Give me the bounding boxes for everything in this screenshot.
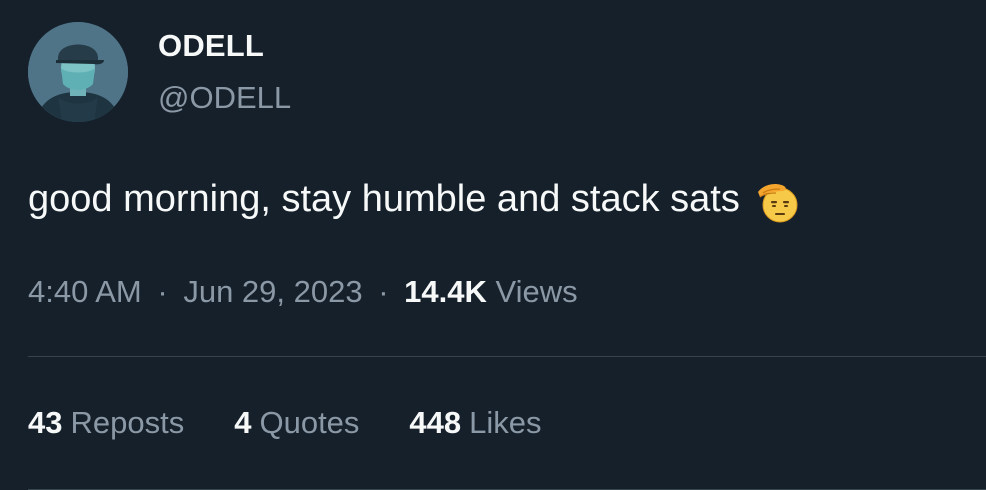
reposts-count: 43 <box>28 405 63 440</box>
quotes-stat[interactable]: 4 Quotes <box>234 405 359 441</box>
tweet-time[interactable]: 4:40 AM <box>28 274 142 309</box>
avatar[interactable] <box>28 22 128 122</box>
views-label: Views <box>495 274 578 309</box>
masked-man-avatar-icon <box>28 22 128 122</box>
meta-separator: · <box>378 274 389 309</box>
reposts-stat[interactable]: 43 Reposts <box>28 405 184 441</box>
tweet-meta: 4:40 AM · Jun 29, 2023 · 14.4K Views <box>28 274 578 310</box>
likes-label: Likes <box>469 405 542 440</box>
author-handle[interactable]: @ODELL <box>158 80 291 116</box>
author-display-name[interactable]: ODELL <box>158 28 264 64</box>
saluting-face-emoji-icon <box>754 178 802 226</box>
quotes-label: Quotes <box>259 405 360 440</box>
reposts-label: Reposts <box>70 405 185 440</box>
tweet-text-body: good morning, stay humble and stack sats <box>28 177 740 220</box>
likes-stat[interactable]: 448 Likes <box>409 405 541 441</box>
divider <box>28 356 986 357</box>
views-count: 14.4K <box>404 274 487 309</box>
meta-separator: · <box>157 274 168 309</box>
likes-count: 448 <box>409 405 462 440</box>
quotes-count: 4 <box>234 405 252 440</box>
tweet-card: ODELL @ODELL good morning, stay humble a… <box>0 0 986 490</box>
tweet-text: good morning, stay humble and stack sats <box>28 175 802 223</box>
engagement-stats: 43 Reposts 4 Quotes 448 Likes <box>28 405 592 441</box>
tweet-date[interactable]: Jun 29, 2023 <box>183 274 362 309</box>
